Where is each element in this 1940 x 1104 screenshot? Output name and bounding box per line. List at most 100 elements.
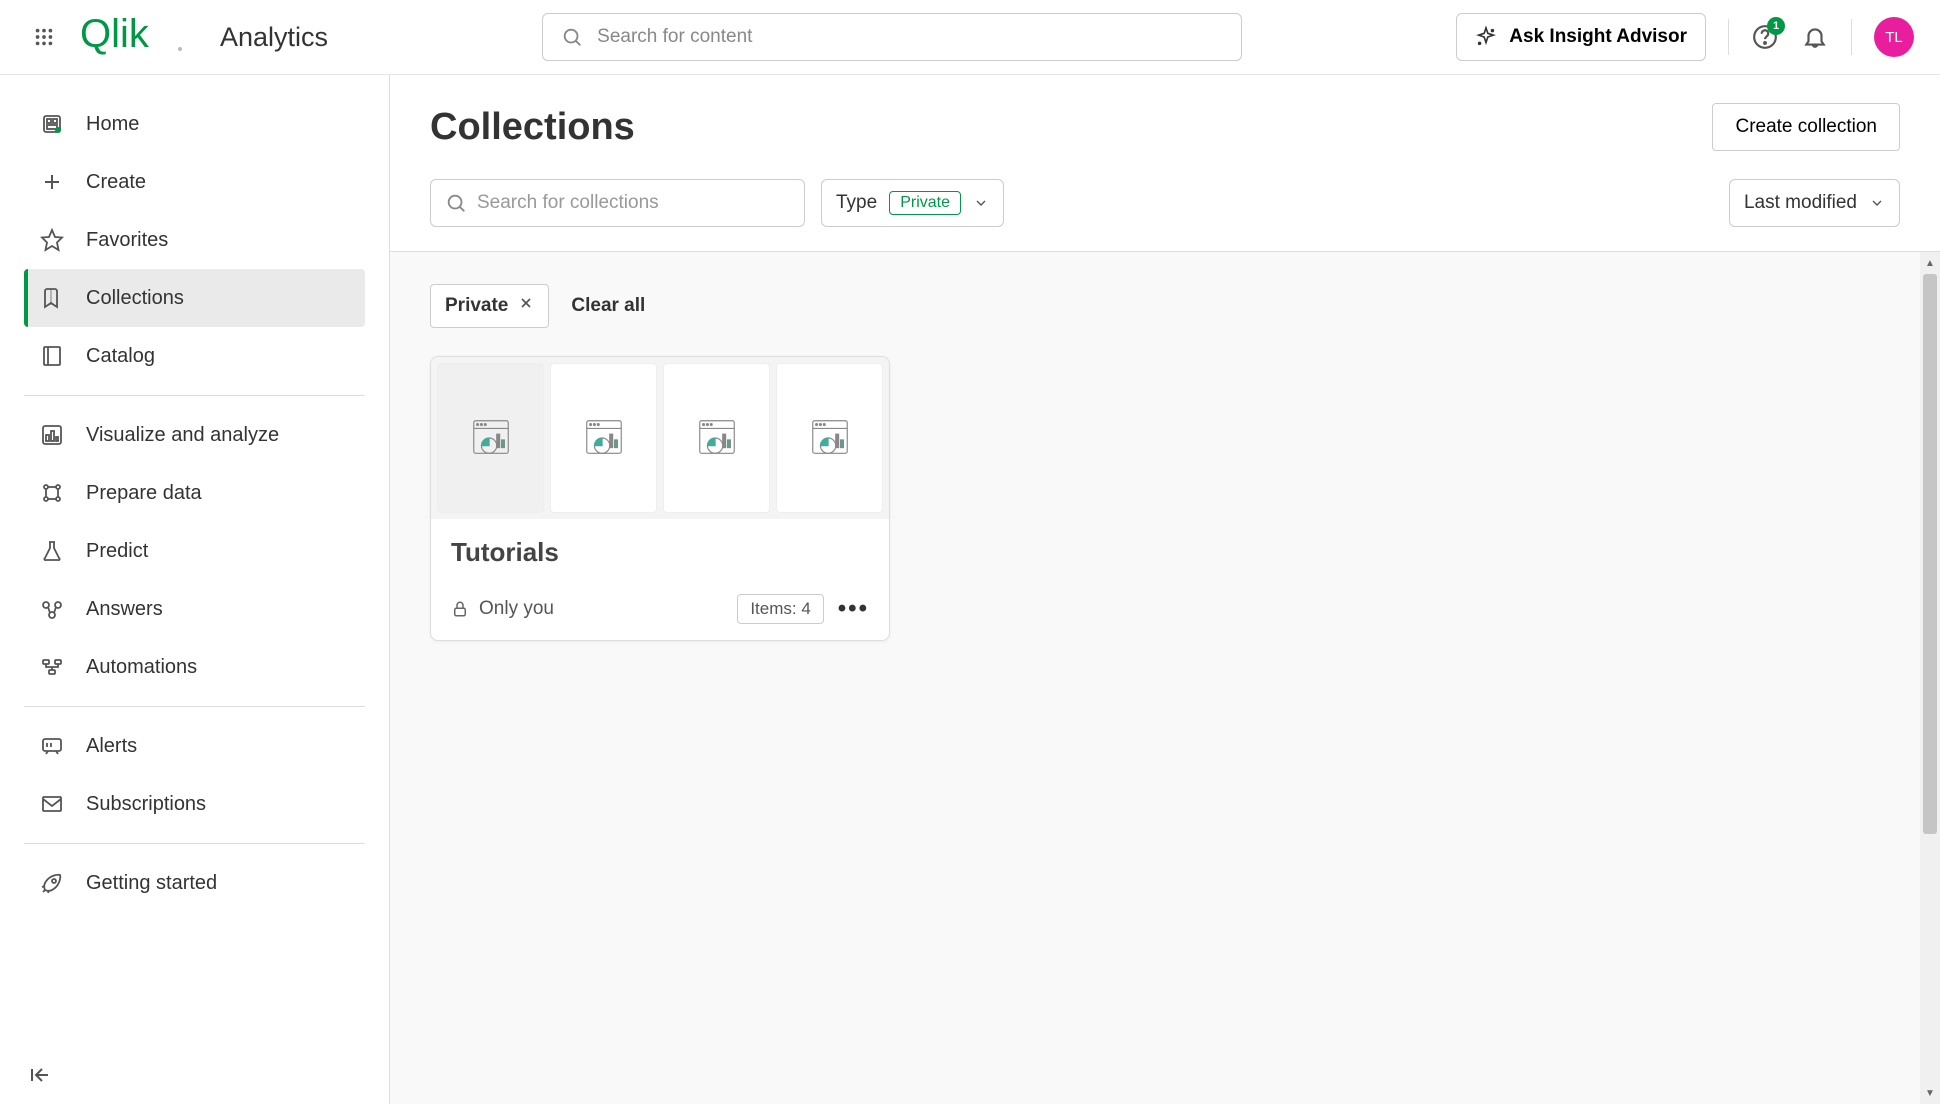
flask-icon: [40, 539, 64, 563]
search-collections-input[interactable]: [477, 192, 790, 214]
thumbnail: [550, 363, 657, 513]
sidebar-item-home[interactable]: Home: [24, 95, 365, 153]
sidebar-item-create[interactable]: Create: [24, 153, 365, 211]
lock-icon: [451, 600, 469, 618]
sidebar-divider: [24, 706, 365, 707]
sidebar: Home Create Favorites Collections Catalo…: [0, 75, 390, 1104]
thumbnail: [776, 363, 883, 513]
help-badge: 1: [1767, 17, 1785, 35]
plus-icon: [40, 170, 64, 194]
page-title: Collections: [430, 106, 635, 149]
scroll-up-icon[interactable]: ▲: [1920, 254, 1940, 272]
chart-icon: [40, 423, 64, 447]
sidebar-item-label: Automations: [86, 656, 197, 679]
mail-icon: [40, 792, 64, 816]
clear-all-button[interactable]: Clear all: [571, 295, 645, 317]
app-thumbnail-icon: [807, 415, 853, 461]
collapse-sidebar-button[interactable]: [28, 1063, 52, 1092]
sidebar-item-label: Predict: [86, 540, 148, 563]
collapse-icon: [28, 1063, 52, 1087]
sidebar-item-label: Favorites: [86, 229, 168, 252]
app-thumbnail-icon: [468, 415, 514, 461]
collection-card[interactable]: Tutorials Only you Items: 4 •••: [430, 356, 890, 641]
sidebar-item-predict[interactable]: Predict: [24, 522, 365, 580]
sidebar-item-alerts[interactable]: Alerts: [24, 717, 365, 775]
type-filter[interactable]: Type Private: [821, 179, 1004, 227]
more-options-button[interactable]: •••: [838, 595, 869, 623]
sidebar-item-label: Answers: [86, 598, 163, 621]
sort-filter[interactable]: Last modified: [1729, 179, 1900, 227]
search-icon: [561, 26, 583, 48]
card-visibility: Only you: [451, 598, 554, 620]
sidebar-item-label: Home: [86, 113, 139, 136]
app-thumbnail-icon: [581, 415, 627, 461]
notifications-button[interactable]: [1801, 23, 1829, 51]
app-launcher-button[interactable]: [26, 19, 62, 55]
divider: [1728, 19, 1729, 55]
create-collection-button[interactable]: Create collection: [1712, 103, 1900, 151]
sidebar-divider: [24, 395, 365, 396]
rocket-icon: [40, 871, 64, 895]
sidebar-item-getting-started[interactable]: Getting started: [24, 854, 365, 912]
type-label: Type: [836, 192, 877, 214]
alert-icon: [40, 734, 64, 758]
sidebar-item-subscriptions[interactable]: Subscriptions: [24, 775, 365, 833]
type-value-badge: Private: [889, 191, 961, 215]
sidebar-item-favorites[interactable]: Favorites: [24, 211, 365, 269]
user-avatar[interactable]: TL: [1874, 17, 1914, 57]
sidebar-item-catalog[interactable]: Catalog: [24, 327, 365, 385]
thumbnail: [663, 363, 770, 513]
sidebar-item-label: Collections: [86, 287, 184, 310]
sidebar-item-label: Subscriptions: [86, 793, 206, 816]
global-search-input[interactable]: [597, 26, 1223, 48]
catalog-icon: [40, 344, 64, 368]
search-icon: [445, 192, 467, 214]
bell-icon: [1802, 24, 1828, 50]
sidebar-item-label: Visualize and analyze: [86, 424, 279, 447]
scrollbar[interactable]: ▲ ▼: [1920, 252, 1940, 1104]
ask-insight-advisor-button[interactable]: Ask Insight Advisor: [1456, 13, 1706, 61]
help-button[interactable]: 1: [1751, 23, 1779, 51]
card-footer: Only you Items: 4 •••: [451, 594, 869, 624]
scrollbar-thumb[interactable]: [1923, 274, 1937, 834]
close-icon[interactable]: [518, 295, 534, 317]
scroll-down-icon[interactable]: ▼: [1920, 1084, 1940, 1102]
home-icon: [40, 112, 64, 136]
content-area: Private Clear all: [390, 251, 1940, 1104]
grid-icon: [33, 26, 55, 48]
sidebar-divider: [24, 843, 365, 844]
insight-label: Ask Insight Advisor: [1509, 26, 1687, 48]
filter-row: Type Private Last modified: [430, 179, 1900, 227]
sidebar-item-label: Create: [86, 171, 146, 194]
chevron-down-icon: [973, 195, 989, 211]
automation-icon: [40, 655, 64, 679]
sidebar-item-visualize[interactable]: Visualize and analyze: [24, 406, 365, 464]
sparkle-icon: [1475, 26, 1497, 48]
data-icon: [40, 481, 64, 505]
card-right: Items: 4 •••: [737, 594, 869, 624]
filter-chip-private[interactable]: Private: [430, 284, 549, 328]
chevron-down-icon: [1869, 195, 1885, 211]
divider: [1851, 19, 1852, 55]
header-right: Ask Insight Advisor 1 TL: [1456, 13, 1914, 61]
sidebar-item-label: Alerts: [86, 735, 137, 758]
sidebar-item-collections[interactable]: Collections: [24, 269, 365, 327]
sidebar-item-answers[interactable]: Answers: [24, 580, 365, 638]
logo-area[interactable]: Qlik: [80, 15, 190, 59]
card-body: Tutorials Only you Items: 4 •••: [431, 519, 889, 640]
global-search[interactable]: [542, 13, 1242, 61]
svg-text:Qlik: Qlik: [80, 15, 150, 56]
qlik-logo-icon: Qlik: [80, 15, 190, 59]
bookmark-icon: [40, 286, 64, 310]
chip-label: Private: [445, 295, 508, 317]
sort-label: Last modified: [1744, 192, 1857, 214]
answers-icon: [40, 597, 64, 621]
search-collections[interactable]: [430, 179, 805, 227]
star-icon: [40, 228, 64, 252]
top-header: Qlik Analytics Ask Insight Advisor 1: [0, 0, 1940, 75]
main-content: Collections Create collection Type Priva…: [390, 75, 1940, 1104]
sidebar-item-automations[interactable]: Automations: [24, 638, 365, 696]
filter-chips-row: Private Clear all: [430, 284, 1900, 328]
sidebar-item-prepare-data[interactable]: Prepare data: [24, 464, 365, 522]
sidebar-item-label: Prepare data: [86, 482, 202, 505]
